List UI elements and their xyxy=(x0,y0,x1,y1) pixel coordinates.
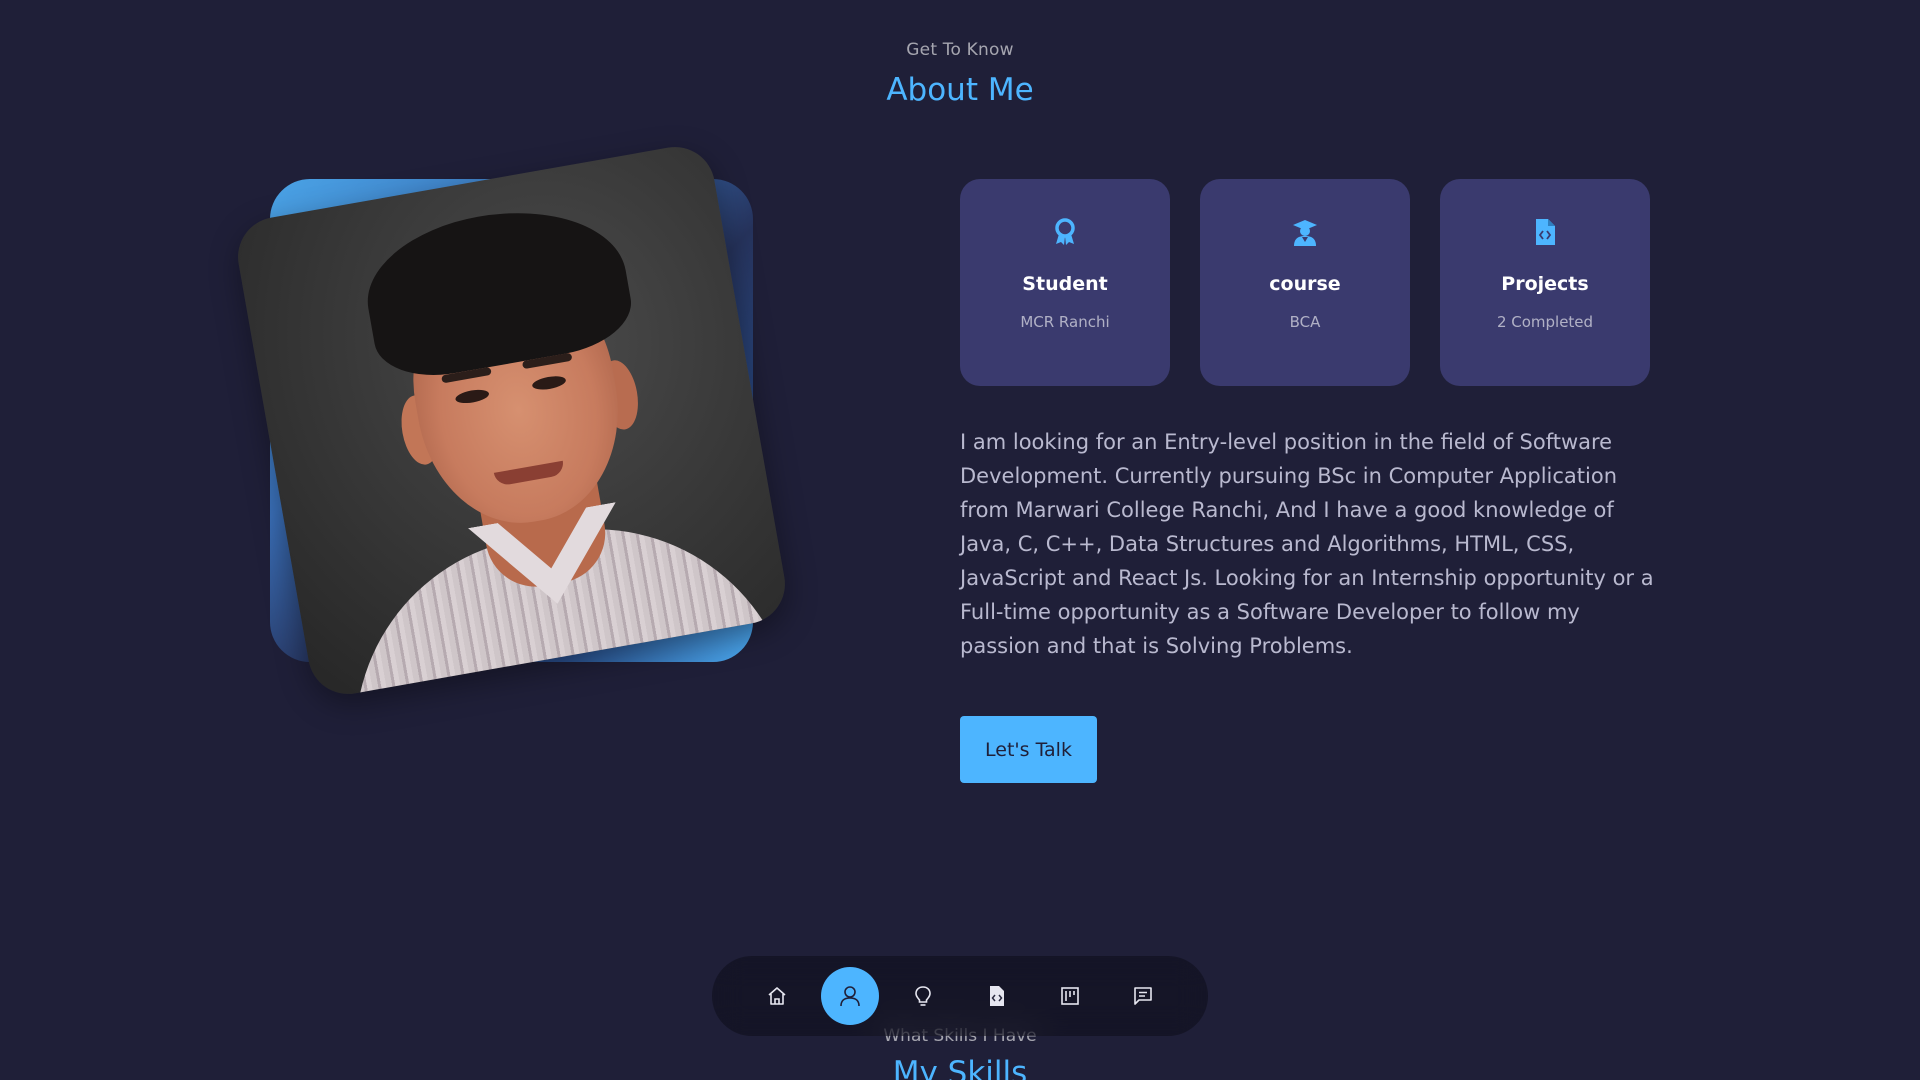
section-title: About Me xyxy=(886,72,1034,108)
file-code-icon xyxy=(1530,217,1560,247)
about-description: I am looking for an Entry-level position… xyxy=(960,430,1654,658)
card-title: course xyxy=(1269,273,1341,295)
card-student: Student MCR Ranchi xyxy=(960,179,1170,386)
nav-skills[interactable] xyxy=(894,967,952,1025)
card-subtitle: 2 Completed xyxy=(1496,313,1594,331)
card-projects: Projects 2 Completed xyxy=(1440,179,1650,386)
card-title: Projects xyxy=(1501,273,1589,295)
lightbulb-icon xyxy=(915,986,932,1006)
home-icon xyxy=(768,987,786,1005)
card-title: Student xyxy=(1022,273,1108,295)
about-header: Get To Know About Me xyxy=(0,40,1920,108)
nav-home[interactable] xyxy=(748,967,806,1025)
user-icon xyxy=(840,986,860,1007)
message-icon xyxy=(1134,987,1152,1005)
section-subtitle: Get To Know xyxy=(906,40,1014,60)
award-icon xyxy=(1050,217,1080,247)
file-code-icon xyxy=(989,986,1004,1006)
graduate-icon xyxy=(1290,217,1320,247)
bottom-nav xyxy=(712,956,1208,1036)
page: Get To Know About Me Student MCR Ranchi … xyxy=(0,0,1920,1080)
card-course: course BCA xyxy=(1200,179,1410,386)
about-cards: Student MCR Ranchi course BCA Projects 2… xyxy=(960,179,1650,386)
nav-contact[interactable] xyxy=(1114,967,1172,1025)
nav-projects[interactable] xyxy=(968,967,1026,1025)
skills-title: My Skills xyxy=(892,1055,1028,1080)
card-subtitle: BCA xyxy=(1289,313,1321,331)
profile-photo xyxy=(231,140,792,701)
nav-portfolio[interactable] xyxy=(1041,967,1099,1025)
lets-talk-button[interactable]: Let's Talk xyxy=(960,716,1097,783)
card-subtitle: MCR Ranchi xyxy=(1020,313,1110,331)
portfolio-icon xyxy=(1060,987,1079,1005)
nav-about[interactable] xyxy=(821,967,880,1025)
